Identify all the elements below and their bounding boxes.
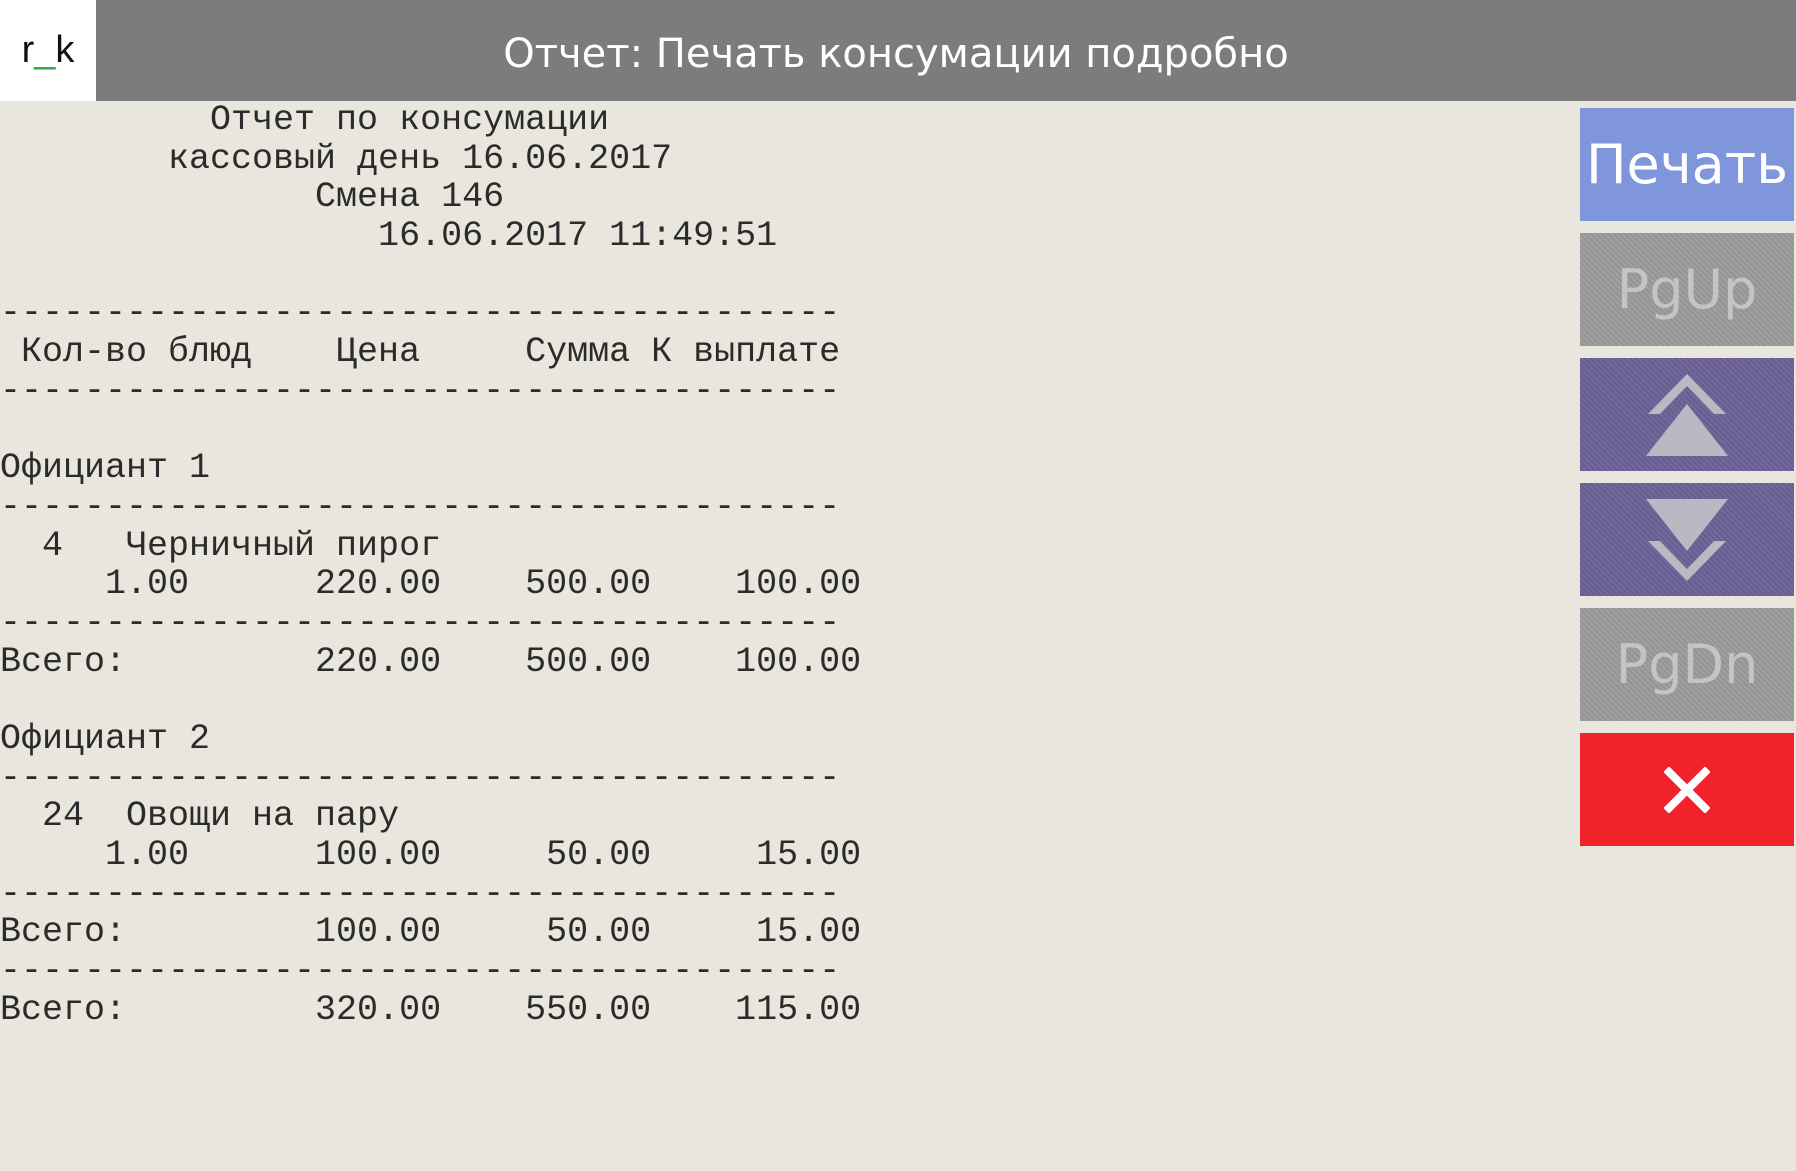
report-line: кассовый день 16.06.2017 (0, 138, 673, 179)
report-line: Кол-во блюд Цена Сумма К выплате (0, 332, 841, 373)
window-title: Отчет: Печать консумации подробно (503, 31, 1289, 77)
report-line (0, 256, 1560, 295)
close-icon (1664, 766, 1710, 813)
report-line: ---------------------------------------- (0, 757, 841, 798)
report-text: Отчет по консумации кассовый день 16.06.… (0, 101, 1560, 1171)
report-line: Смена 146 (0, 177, 505, 218)
scroll-up-button[interactable] (1580, 358, 1794, 471)
print-button-label: Печать (1585, 133, 1789, 196)
page-up-button-label: PgUp (1616, 258, 1758, 321)
print-button[interactable]: Печать (1580, 108, 1794, 221)
logo-text-left: r (21, 29, 35, 71)
scroll-down-button[interactable] (1580, 483, 1794, 596)
report-line: Всего: 220.00 500.00 100.00 (0, 641, 862, 682)
double-chevron-up-icon (1646, 373, 1728, 456)
report-line: Официант 1 (0, 448, 211, 489)
report-line: 1.00 220.00 500.00 100.00 (0, 564, 862, 605)
report-line: ---------------------------------------- (0, 370, 841, 411)
report-line: 1.00 100.00 50.00 15.00 (0, 835, 862, 876)
logo-text-right: k (55, 29, 75, 71)
page-down-button[interactable]: PgDn (1580, 608, 1794, 721)
report-line: ---------------------------------------- (0, 873, 841, 914)
report-line: Официант 2 (0, 719, 211, 759)
report-line (0, 681, 1560, 720)
report-line (0, 411, 1560, 450)
report-line: 16.06.2017 11:49:51 (0, 216, 778, 257)
app-logo: r _ k (0, 0, 96, 101)
report-line: Всего: 320.00 550.00 115.00 (0, 989, 862, 1030)
report-line: Всего: 100.00 50.00 15.00 (0, 912, 862, 953)
report-line: ---------------------------------------- (0, 602, 841, 643)
double-chevron-down-icon (1646, 498, 1728, 581)
report-line: ---------------------------------------- (0, 486, 841, 527)
page-down-button-label: PgDn (1615, 633, 1759, 696)
title-bar: r _ k Отчет: Печать консумации подробно (0, 0, 1796, 101)
close-button[interactable] (1580, 733, 1794, 846)
page-up-button[interactable]: PgUp (1580, 233, 1794, 346)
report-line: 24 Овощи на пару (0, 796, 400, 837)
report-line: ---------------------------------------- (0, 951, 841, 992)
report-line: Отчет по консумации (0, 101, 610, 140)
report-line: ---------------------------------------- (0, 293, 841, 334)
logo-text-mid: _ (34, 29, 56, 71)
report-line: 4 Черничный пирог (0, 525, 442, 566)
